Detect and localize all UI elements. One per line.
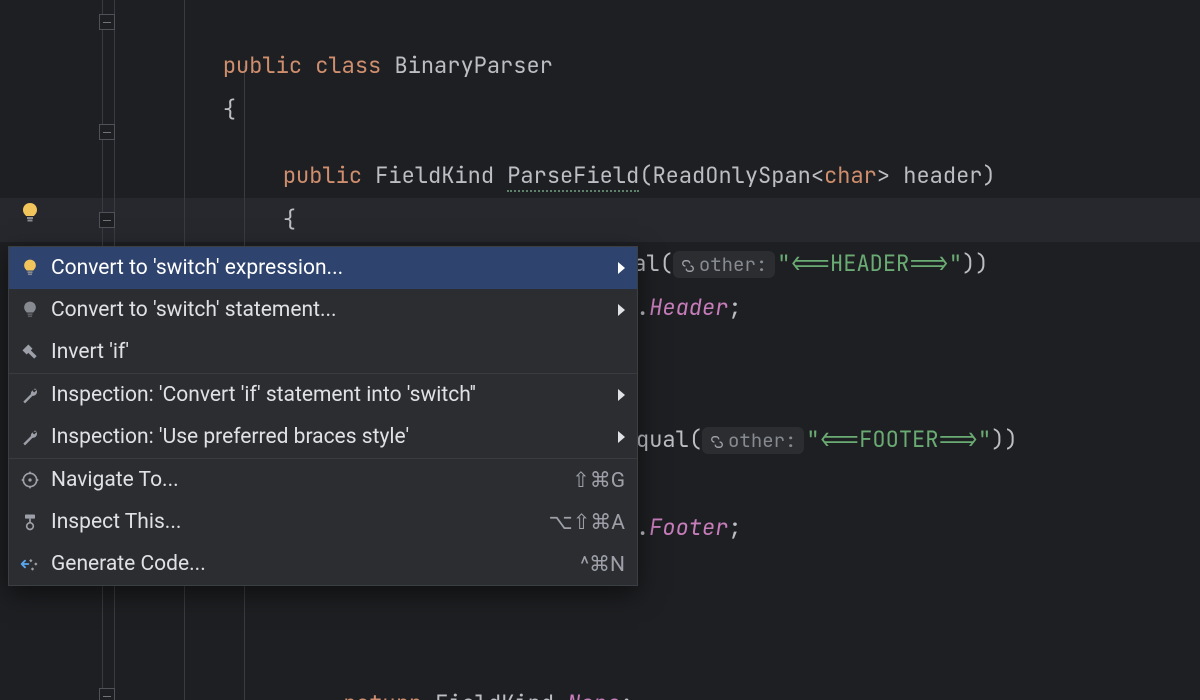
menu-item-label: Navigate To... bbox=[51, 468, 564, 492]
paren-close: ) bbox=[975, 249, 988, 278]
menu-item-inspection-braces[interactable]: Inspection: 'Use preferred braces style' bbox=[9, 416, 637, 458]
fold-handle[interactable] bbox=[99, 688, 115, 700]
paren-open: ( bbox=[660, 249, 673, 278]
menu-item-inspect-this[interactable]: Inspect This... ⌥⇧⌘A bbox=[9, 501, 637, 543]
menu-item-label: Inspect This... bbox=[51, 510, 541, 534]
code-line[interactable]: .Footer; bbox=[636, 506, 742, 550]
paren-open: ( bbox=[639, 161, 652, 190]
menu-item-inspection-convert-if[interactable]: Inspection: 'Convert 'if' statement into… bbox=[9, 374, 637, 416]
code-line[interactable]: return FieldKind.None; bbox=[170, 638, 633, 682]
link-icon bbox=[710, 435, 724, 449]
code-line[interactable]: { bbox=[170, 154, 296, 198]
fold-handle[interactable] bbox=[99, 14, 115, 30]
menu-item-label: Convert to 'switch' statement... bbox=[51, 298, 610, 322]
string-literal: "<==FOOTER==>" bbox=[806, 425, 991, 454]
menu-item-label: Generate Code... bbox=[51, 552, 572, 576]
parameter-hint: other: bbox=[702, 427, 804, 454]
code-line[interactable]: public class BinaryParser bbox=[170, 0, 553, 44]
enum-field: Header bbox=[649, 293, 728, 322]
code-line[interactable]: { bbox=[170, 44, 236, 88]
keyword-return: return bbox=[343, 689, 422, 700]
paren-close: ) bbox=[1004, 425, 1017, 454]
code-line[interactable]: .Header; bbox=[636, 286, 742, 330]
menu-item-label: Inspection: 'Convert 'if' statement into… bbox=[51, 383, 610, 407]
paren-open: ( bbox=[689, 425, 702, 454]
menu-item-label: Inspection: 'Use preferred braces style' bbox=[51, 425, 610, 449]
keyword-class: class bbox=[315, 51, 381, 80]
menu-shortcut: ^⌘N bbox=[580, 552, 625, 577]
menu-item-generate-code[interactable]: Generate Code... ^⌘N bbox=[9, 543, 637, 585]
semicolon: ; bbox=[728, 293, 741, 322]
param-name: header bbox=[903, 161, 982, 190]
semicolon: ; bbox=[620, 689, 633, 700]
fold-handle[interactable] bbox=[99, 124, 115, 140]
angle-open: < bbox=[811, 161, 824, 190]
paren-close: ) bbox=[991, 425, 1004, 454]
hammer-icon bbox=[19, 341, 41, 363]
dot: . bbox=[554, 689, 567, 700]
parameter-hint: other: bbox=[673, 251, 775, 278]
menu-item-label: Convert to 'switch' expression... bbox=[51, 256, 610, 280]
code-editor: public class BinaryParser { public Field… bbox=[0, 0, 1200, 700]
submenu-arrow-icon bbox=[618, 304, 625, 316]
enum-field: None bbox=[567, 689, 620, 700]
target-icon bbox=[19, 469, 41, 491]
string-literal: "<==HEADER==>" bbox=[777, 249, 962, 278]
menu-item-navigate-to[interactable]: Navigate To... ⇧⌘G bbox=[9, 459, 637, 501]
menu-item-label: Invert 'if' bbox=[51, 340, 625, 364]
paren-close: ) bbox=[982, 161, 995, 190]
intention-bulb-icon[interactable] bbox=[18, 201, 42, 225]
bulb-grey-icon bbox=[19, 299, 41, 321]
menu-item-convert-switch-expression[interactable]: Convert to 'switch' expression... bbox=[9, 247, 637, 289]
submenu-arrow-icon bbox=[618, 262, 625, 274]
code-line[interactable]: qual(other:"<==FOOTER==>")) bbox=[636, 418, 1018, 462]
code-line[interactable]: if (header.SequenceEqual(other:"<==HEADE… bbox=[170, 198, 988, 242]
class-name: BinaryParser bbox=[394, 51, 552, 80]
link-icon bbox=[681, 259, 695, 273]
wrench-icon bbox=[19, 426, 41, 448]
identifier-fieldkind: FieldKind bbox=[435, 689, 554, 700]
submenu-arrow-icon bbox=[618, 431, 625, 443]
submenu-arrow-icon bbox=[618, 389, 625, 401]
method-name: ParseField bbox=[507, 161, 639, 192]
generate-icon bbox=[19, 553, 41, 575]
fold-handle[interactable] bbox=[99, 212, 115, 228]
paren-close: ) bbox=[962, 249, 975, 278]
code-line[interactable]: } bbox=[170, 682, 296, 700]
menu-shortcut: ⇧⌘G bbox=[572, 468, 625, 493]
semicolon: ; bbox=[728, 513, 741, 542]
code-line[interactable]: public FieldKind ParseField(ReadOnlySpan… bbox=[170, 110, 996, 154]
quick-fix-context-menu: Convert to 'switch' expression... Conver… bbox=[8, 246, 638, 586]
wrench-icon bbox=[19, 384, 41, 406]
return-type: FieldKind bbox=[375, 161, 494, 190]
menu-item-convert-switch-statement[interactable]: Convert to 'switch' statement... bbox=[9, 289, 637, 331]
menu-item-invert-if[interactable]: Invert 'if' bbox=[9, 331, 637, 373]
generic-type: char bbox=[824, 161, 877, 190]
inspect-icon bbox=[19, 511, 41, 533]
menu-shortcut: ⌥⇧⌘A bbox=[549, 510, 626, 535]
partial-identifier: qual bbox=[636, 425, 689, 454]
enum-field: Footer bbox=[649, 513, 728, 542]
bulb-yellow-icon bbox=[19, 257, 41, 279]
angle-close: > bbox=[877, 161, 890, 190]
param-type: ReadOnlySpan bbox=[652, 161, 810, 190]
